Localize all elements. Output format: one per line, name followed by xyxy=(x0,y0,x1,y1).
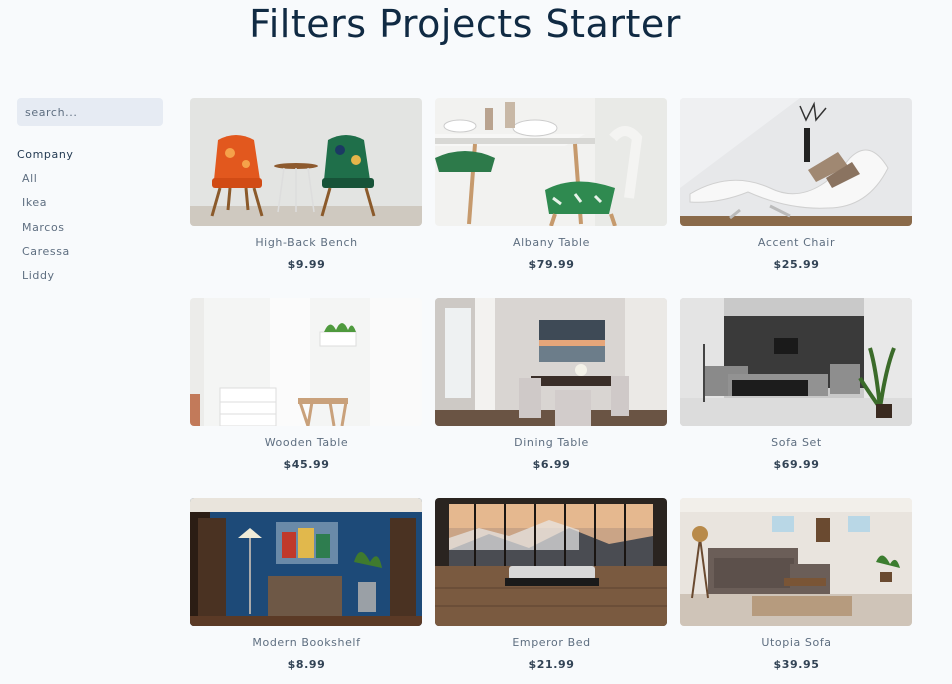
product-price: $25.99 xyxy=(773,258,820,271)
product-name: High-Back Bench xyxy=(255,236,358,249)
blue-room-photo[interactable] xyxy=(190,498,422,626)
company-filter-marcos[interactable]: Marcos xyxy=(17,216,163,240)
lounge-chair-photo[interactable] xyxy=(680,98,912,226)
product-card[interactable]: Accent Chair $25.99 xyxy=(680,98,913,271)
page-title: Filters Projects Starter xyxy=(249,2,681,46)
product-name: Emperor Bed xyxy=(512,636,591,649)
dining-room-photo[interactable] xyxy=(435,298,667,426)
company-filter-ikea[interactable]: Ikea xyxy=(17,191,163,215)
company-heading: Company xyxy=(17,148,74,161)
product-card[interactable]: Utopia Sofa $39.95 xyxy=(680,498,913,671)
product-card[interactable]: High-Back Bench $9.99 xyxy=(190,98,423,271)
product-card[interactable]: Emperor Bed $21.99 xyxy=(435,498,668,671)
sofa-room-photo[interactable] xyxy=(680,498,912,626)
product-card[interactable]: Modern Bookshelf $8.99 xyxy=(190,498,423,671)
product-name: Accent Chair xyxy=(757,236,836,249)
product-card[interactable]: Dining Table $6.99 xyxy=(435,298,668,471)
product-name: Utopia Sofa xyxy=(761,636,832,649)
product-card[interactable]: Albany Table $79.99 xyxy=(435,98,668,271)
product-price: $79.99 xyxy=(528,258,575,271)
product-price: $69.99 xyxy=(773,458,820,471)
dining-table-photo[interactable] xyxy=(435,98,667,226)
company-filter-liddy[interactable]: Liddy xyxy=(17,264,163,288)
product-card[interactable]: Wooden Table $45.99 xyxy=(190,298,423,471)
product-price: $39.95 xyxy=(773,658,820,671)
product-price: $8.99 xyxy=(287,658,326,671)
filters-sidebar: Company All Ikea Marcos Caressa Liddy xyxy=(17,98,163,288)
product-price: $21.99 xyxy=(528,658,575,671)
product-name: Wooden Table xyxy=(264,436,349,449)
bed-photo[interactable] xyxy=(435,498,667,626)
armchairs-photo[interactable] xyxy=(190,98,422,226)
white-room-photo[interactable] xyxy=(190,298,422,426)
product-name: Modern Bookshelf xyxy=(252,636,361,649)
living-room-photo[interactable] xyxy=(680,298,912,426)
product-name: Albany Table xyxy=(513,236,590,249)
product-price: $9.99 xyxy=(287,258,326,271)
product-price: $45.99 xyxy=(283,458,330,471)
product-name: Dining Table xyxy=(514,436,589,449)
product-card[interactable]: Sofa Set $69.99 xyxy=(680,298,913,471)
product-price: $6.99 xyxy=(532,458,571,471)
search-input[interactable] xyxy=(17,98,163,126)
company-filter-caressa[interactable]: Caressa xyxy=(17,240,163,264)
product-name: Sofa Set xyxy=(771,436,822,449)
company-filter-all[interactable]: All xyxy=(17,167,163,191)
